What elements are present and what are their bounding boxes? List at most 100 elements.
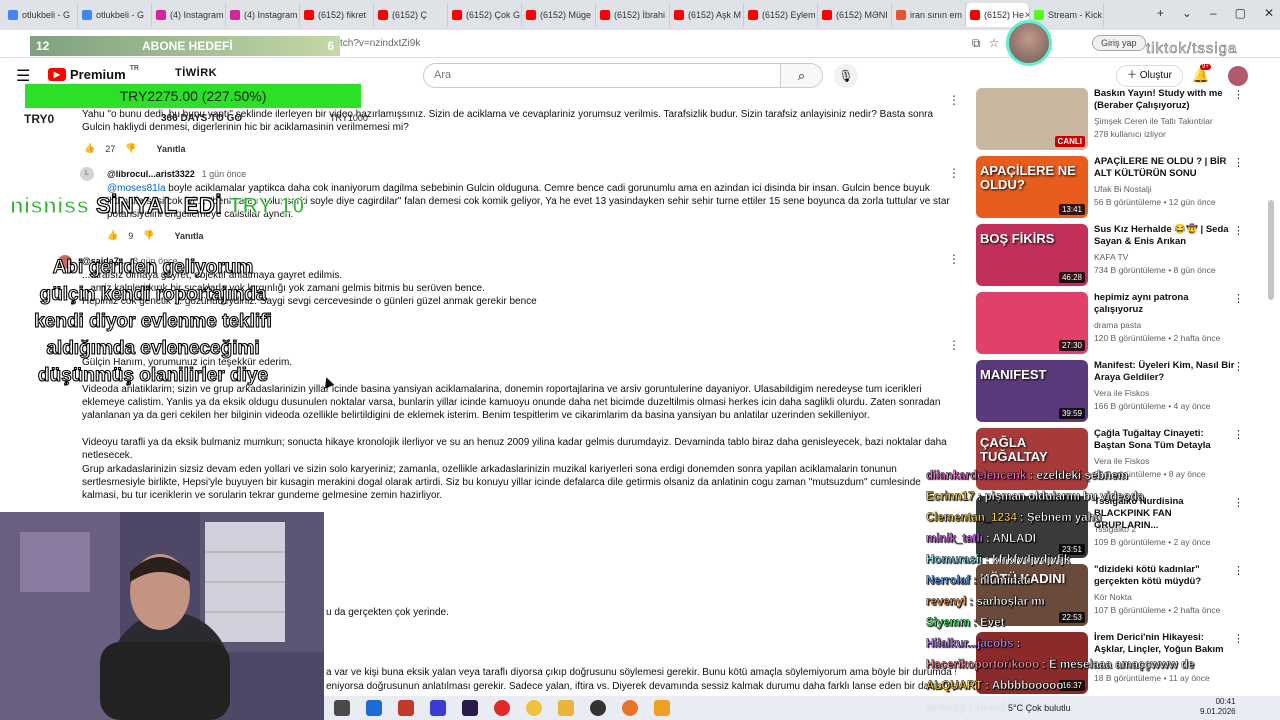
file-explorer-icon[interactable]	[334, 700, 350, 716]
browser-tab[interactable]: (6152) Eylem	[744, 3, 818, 27]
vlc-icon[interactable]	[654, 700, 670, 716]
browser-tab[interactable]: (4) Instagram	[226, 3, 300, 27]
channel-name[interactable]: Kör Nokta	[1094, 592, 1132, 602]
chevron-down-icon[interactable]: ⌄	[1182, 6, 1192, 20]
chat-message: Siyemm: Evet	[926, 617, 1005, 629]
more-options-icon[interactable]: ⋮	[948, 166, 960, 180]
obs-icon[interactable]	[590, 700, 606, 716]
video-title[interactable]: İrem Derici'nin Hikayesi: Aşklar, Linçle…	[1094, 632, 1236, 656]
create-button[interactable]: ＋ Oluştur	[1116, 65, 1184, 87]
recommended-video[interactable]: 23:51 Tssigalko Nurdisina BLACKPINK FAN G…	[976, 496, 1254, 560]
more-options-icon[interactable]: ⋮	[1233, 564, 1244, 577]
more-options-icon[interactable]: ⋮	[1233, 88, 1244, 101]
video-title[interactable]: Sus Kız Herhalde 😂🤠 | Seda Sayan & Enis …	[1094, 224, 1236, 248]
more-options-icon[interactable]: ⋮	[1233, 496, 1244, 509]
channel-name[interactable]: Vera ile Fiskos	[1094, 456, 1149, 466]
channel-name[interactable]: Şimşek Ceren ile Tatlı Takıntılar	[1094, 116, 1213, 126]
video-thumbnail[interactable]: APAÇİLERE NE OLDU? 13:41	[976, 156, 1088, 218]
like-icon[interactable]: 👍	[84, 143, 95, 154]
recommended-video[interactable]: CANLI Baskın Yayın! Study with me (Berabe…	[976, 88, 1254, 152]
account-avatar[interactable]	[1228, 66, 1248, 86]
close-icon[interactable]: ✕	[1264, 6, 1274, 20]
new-tab-icon[interactable]: +	[1157, 6, 1164, 20]
more-options-icon[interactable]: ⋮	[1233, 360, 1244, 373]
donation-min-label: TRY0	[24, 112, 55, 126]
video-title[interactable]: Baskın Yayın! Study with me (Beraber Çal…	[1094, 88, 1236, 112]
voice-search-button[interactable]: 🎙	[834, 64, 858, 88]
reply-button[interactable]: Yanıtla	[156, 144, 185, 154]
browser-tab[interactable]: iran sının em	[892, 3, 966, 27]
youtube-logo[interactable]: ▶ Premium TR	[48, 65, 139, 82]
more-options-icon[interactable]: ⋮	[948, 338, 960, 352]
search-input[interactable]: Ara	[423, 63, 781, 88]
video-thumbnail[interactable]: CANLI	[976, 88, 1088, 150]
browser-tab[interactable]: (6152) Aşk M	[670, 3, 744, 27]
browser-tab[interactable]: (6152) fikret	[300, 3, 374, 27]
weather-widget[interactable]: 5°C Çok bulutlu	[1008, 703, 1071, 713]
recommended-video[interactable]: BOŞ FİKİRS 46:28 Sus Kız Herhalde 😂🤠 | Sed…	[976, 224, 1254, 288]
video-title[interactable]: hepimiz aynı patrona çalışıyoruz	[1094, 292, 1236, 316]
recommended-video[interactable]: APAÇİLERE NE OLDU? 13:41 APAÇİLERE NE OLDU…	[976, 156, 1254, 220]
video-title[interactable]: Çağla Tuğaltay Cinayeti: Baştan Sona Tüm…	[1094, 428, 1236, 452]
chrome-icon[interactable]	[526, 700, 542, 716]
video-thumbnail[interactable]: BOŞ FİKİRS 46:28	[976, 224, 1088, 286]
reply-button[interactable]: Yanıtla	[174, 231, 203, 241]
screenshot-icon[interactable]: ⧉	[972, 36, 981, 51]
channel-name[interactable]: KAFA TV	[1094, 252, 1128, 262]
donor-name: nisniss	[9, 193, 90, 219]
browser-tab[interactable]: otlukbeli - G	[78, 3, 152, 27]
channel-name[interactable]: Vera ile Fiskos	[1094, 388, 1149, 398]
video-title[interactable]: Manifest: Üyeleri Kim, Nasıl Bir Araya G…	[1094, 360, 1236, 384]
recommended-video[interactable]: MANIFEST 39:59 Manifest: Üyeleri Kim, Nası…	[976, 360, 1254, 424]
search-button[interactable]: ⌕	[781, 63, 823, 88]
more-options-icon[interactable]: ⋮	[1233, 292, 1244, 305]
hamburger-menu-icon[interactable]: ☰	[16, 66, 30, 86]
logo-country: TR	[129, 65, 139, 72]
video-title[interactable]: APAÇİLERE NE OLDU ? | BİR ALT KÜLTÜRÜN S…	[1094, 156, 1236, 180]
browser-tab[interactable]: (6152) Müge	[522, 3, 596, 27]
video-thumbnail[interactable]: MANIFEST 39:59	[976, 360, 1088, 422]
maximize-icon[interactable]: ▢	[1235, 6, 1246, 20]
channel-name[interactable]: drama pasta	[1094, 320, 1141, 330]
recommended-video[interactable]: 27:30 hepimiz aynı patrona çalışıyoruz dra…	[976, 292, 1254, 356]
scrollbar-thumb[interactable]	[1268, 200, 1274, 300]
url-text[interactable]: tch?v=nzindxtZi9k	[340, 38, 420, 49]
premiere-icon[interactable]	[462, 700, 478, 716]
more-options-icon[interactable]: ⋮	[948, 252, 960, 266]
video-title[interactable]: "dizideki kötü kadınlar" gerçekten kötü …	[1094, 564, 1236, 588]
comment-author[interactable]: @librocul...arist3322	[107, 169, 195, 179]
folder-icon[interactable]	[558, 700, 574, 716]
avatar[interactable]: L	[80, 167, 94, 181]
browser-tab[interactable]: otlukbeli - G	[4, 3, 78, 27]
like-icon[interactable]: 👍	[107, 230, 118, 241]
bookmark-star-icon[interactable]: ☆	[989, 36, 1000, 51]
chat-message: Ecrinn17: pişman oldularmı bu videoda	[926, 491, 1144, 503]
more-options-icon[interactable]: ⋮	[1233, 632, 1244, 645]
browser-tab[interactable]: (6152) Ç	[374, 3, 448, 27]
video-thumbnail[interactable]: 27:30	[976, 292, 1088, 354]
edge-icon[interactable]	[366, 700, 382, 716]
more-options-icon[interactable]: ⋮	[1233, 156, 1244, 169]
login-button[interactable]: Giriş yap	[1092, 35, 1146, 51]
opera-icon[interactable]	[494, 700, 510, 716]
more-options-icon[interactable]: ⋮	[1233, 224, 1244, 237]
channel-name[interactable]: Tssigalko 2	[1094, 524, 1136, 534]
app-icon[interactable]	[398, 700, 414, 716]
browser-tab[interactable]: (4) Instagram	[152, 3, 226, 27]
browser-tab[interactable]: (6152) İbrahi	[596, 3, 670, 27]
chat-text: kfrkfvdjvdjvfjk	[992, 554, 1071, 566]
browser-tab[interactable]: (6152) Çok G	[448, 3, 522, 27]
channel-name[interactable]: Ufak Bi Nostalji	[1094, 184, 1152, 194]
dislike-icon[interactable]: 👎	[143, 230, 154, 241]
minimize-icon[interactable]: –	[1210, 6, 1217, 20]
app-icon[interactable]	[430, 700, 446, 716]
system-clock[interactable]: 00:41 9.01.2026	[1200, 697, 1236, 717]
recommended-video[interactable]: ÇAĞLA TUĞALTAY Çağla Tuğaltay Cinayeti: B…	[976, 428, 1254, 492]
more-options-icon[interactable]: ⋮	[1233, 428, 1244, 441]
browser-tab[interactable]: (6152) MƏNI	[818, 3, 892, 27]
dislike-icon[interactable]: 👎	[125, 143, 136, 154]
video-thumbnail[interactable]: 23:51	[976, 496, 1088, 558]
chat-username: ALQUART	[926, 680, 983, 692]
more-options-icon[interactable]: ⋮	[948, 93, 960, 107]
firefox-icon[interactable]	[622, 700, 638, 716]
